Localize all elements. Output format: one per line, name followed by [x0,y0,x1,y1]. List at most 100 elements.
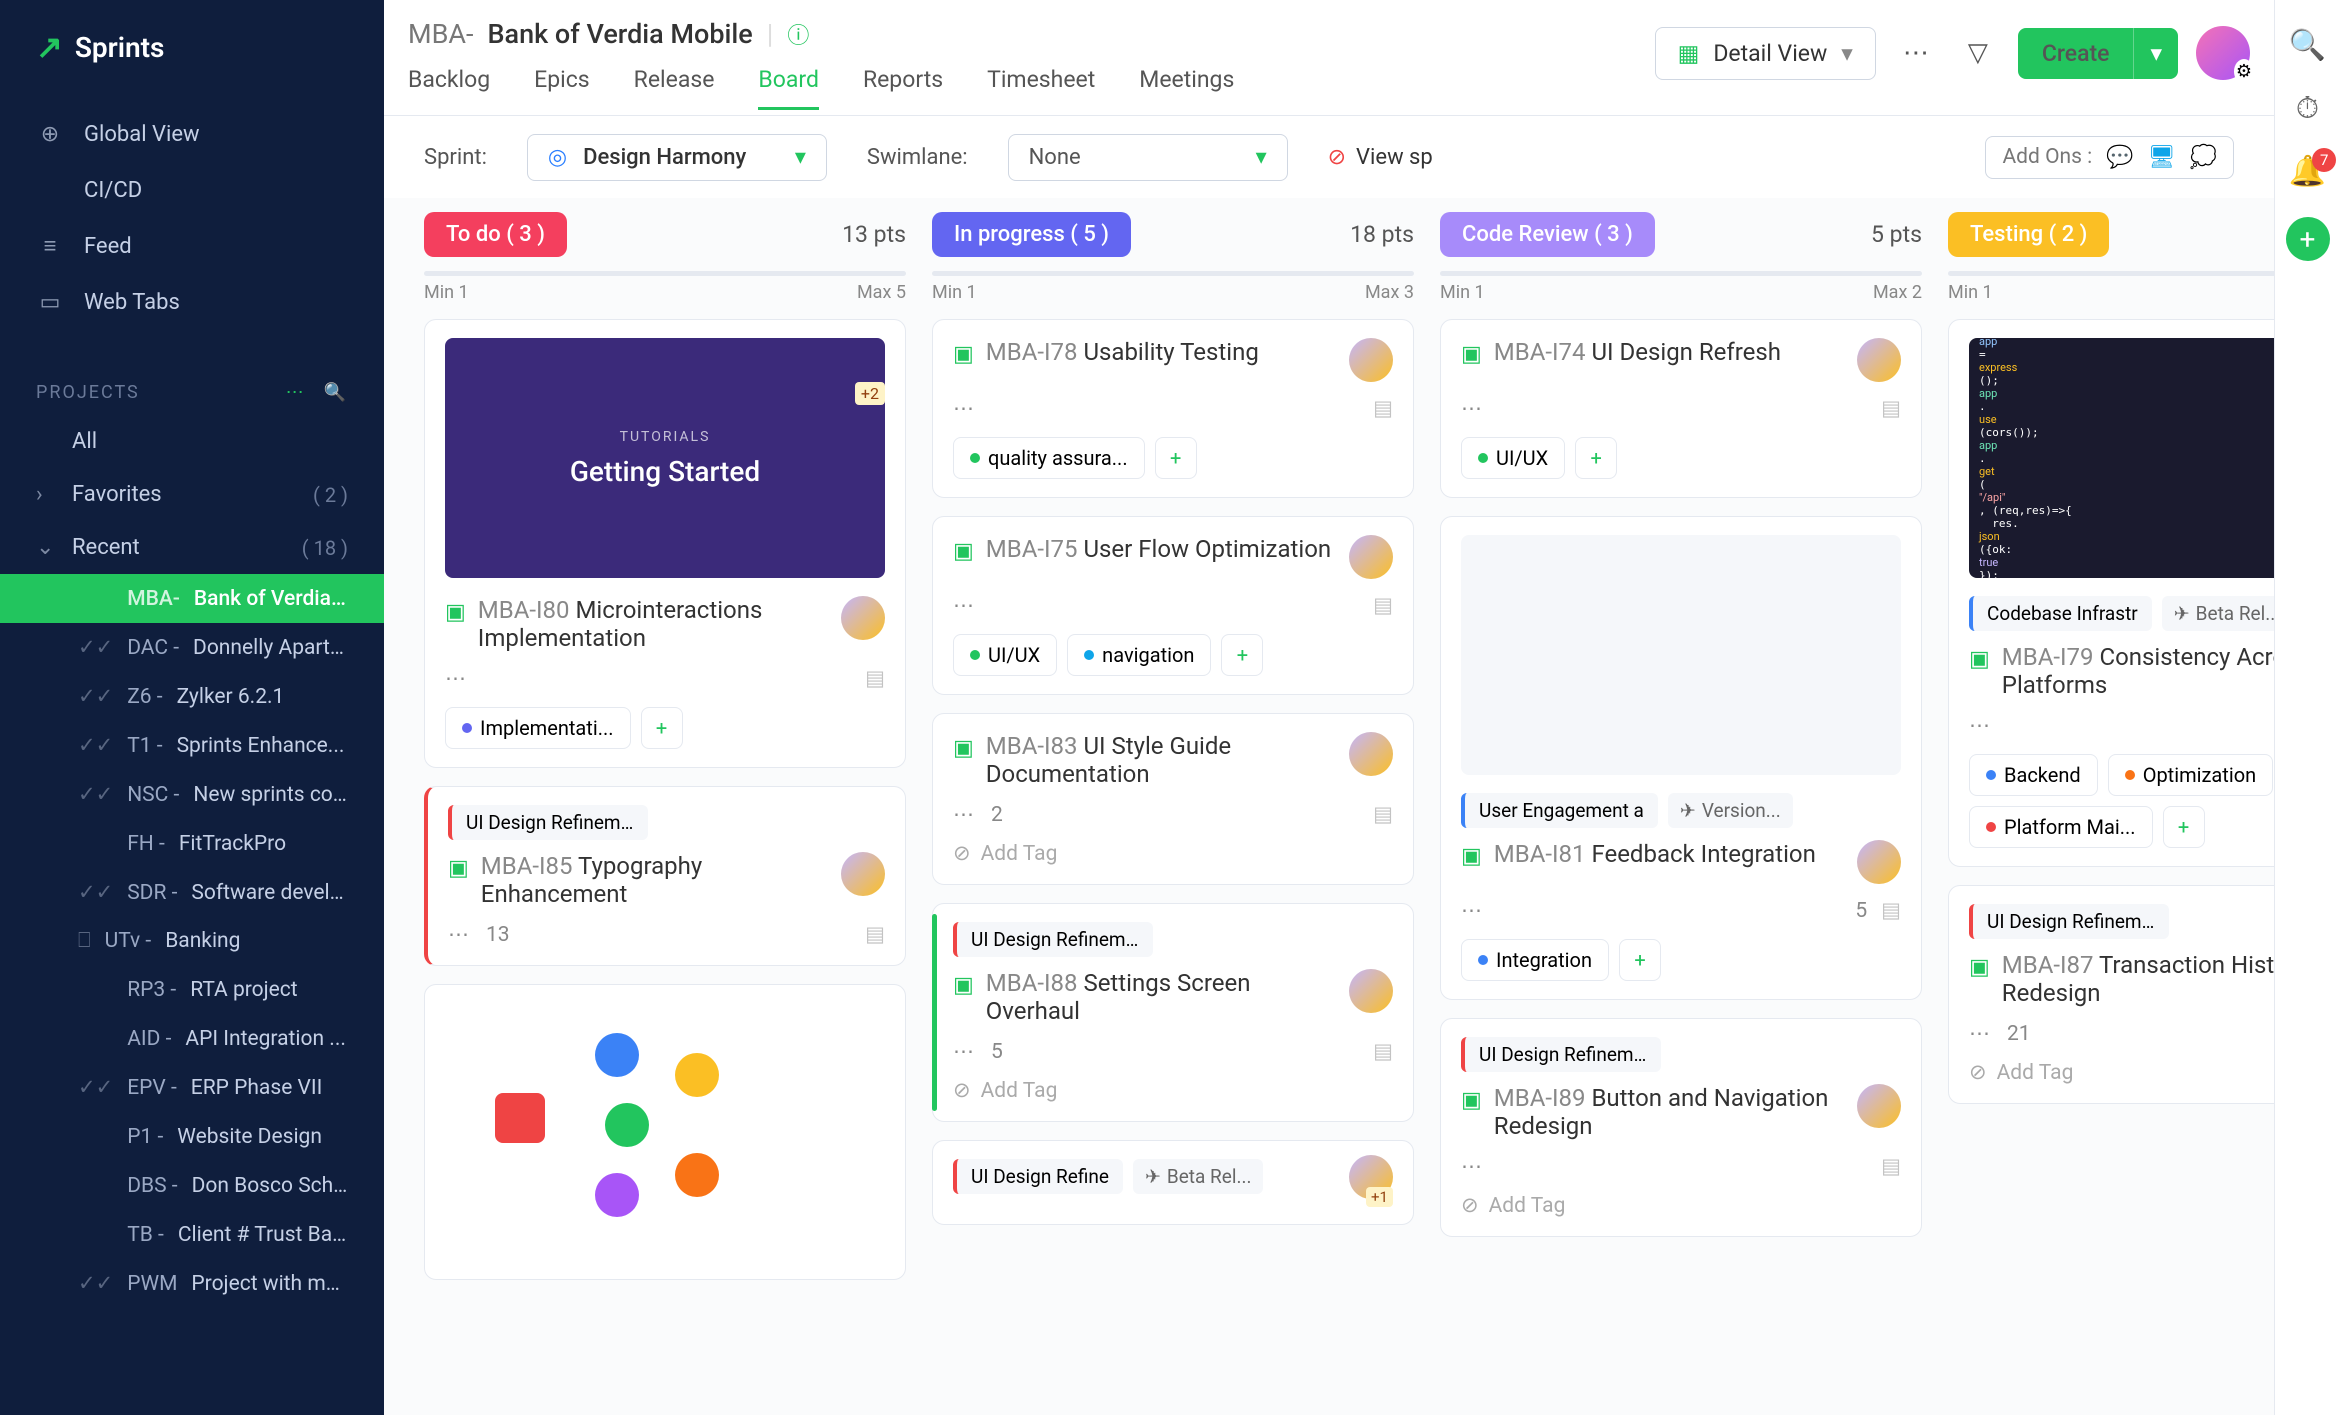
subtask-icon[interactable]: ▤ [1881,1154,1901,1179]
card-menu[interactable]: ⋯ [1461,1154,1485,1179]
epic-chip[interactable]: UI Design Refinement [1969,904,2169,939]
project-RP3[interactable]: ✓✓RP3 -RTA project [0,965,384,1014]
card-menu[interactable]: ⋯ [953,1039,977,1064]
project-P1[interactable]: ✓✓P1 -Website Design [0,1112,384,1161]
tab-reports[interactable]: Reports [863,66,943,110]
tag[interactable]: quality assura... [953,437,1145,479]
search-projects-icon[interactable]: 🔍 [324,382,348,403]
project-SDR[interactable]: ✓✓SDR -Software develo... [0,868,384,917]
add-tag-button[interactable]: + [1575,437,1617,479]
subtask-icon[interactable]: ▤ [1373,1039,1393,1064]
sprint-select[interactable]: ◎ Design Harmony ▾ [527,134,827,181]
add-tag-button[interactable]: + [2163,806,2205,848]
assignee-avatar[interactable] [1857,1084,1901,1128]
card-menu[interactable]: ⋯ [1969,1021,1993,1046]
assignee-avatar[interactable] [1349,338,1393,382]
group-all[interactable]: All [0,415,384,468]
quick-add-button[interactable]: + [2286,217,2330,261]
card[interactable]: User Engagement a✈Version...▣MBA-I81 Fee… [1440,516,1922,1000]
tab-backlog[interactable]: Backlog [408,66,490,110]
card-menu[interactable]: ⋯ [1969,713,1993,738]
release-chip[interactable]: ✈Beta Rel... [1133,1159,1264,1194]
release-chip[interactable]: ✈Version... [1668,793,1793,828]
card-menu[interactable]: ⋯ [448,922,472,947]
epic-chip[interactable]: UI Design Refinement [1461,1037,1661,1072]
group-favorites[interactable]: ›Favorites( 2 ) [0,468,384,521]
add-tag-link[interactable]: ⊘Add Tag [1969,1060,2274,1085]
addons-panel[interactable]: Add Ons : 💬 🖥 💭 [1985,136,2234,179]
tag[interactable]: Integration [1461,939,1609,981]
project-MBA[interactable]: ✓✓MBA-Bank of Verdia ... [0,574,384,623]
nav-feed[interactable]: ≡Feed [0,218,384,274]
card[interactable]: const app = express();app.use(cors());ap… [1948,319,2274,867]
assignee-avatar[interactable] [841,852,885,896]
tag[interactable]: UI/UX [953,634,1057,676]
tag[interactable]: UI/UX [1461,437,1565,479]
group-recent[interactable]: ⌄Recent( 18 ) [0,521,384,574]
card-menu[interactable]: ⋯ [953,802,977,827]
epic-chip[interactable]: UI Design Refinement [448,805,648,840]
create-button[interactable]: Create ▾ [2018,28,2178,79]
card[interactable]: UI Design Refine✈Beta Rel...+1 [932,1140,1414,1225]
tag[interactable]: Backend [1969,754,2098,796]
timer-icon[interactable]: ⏱ [2296,91,2319,126]
tag[interactable]: Implementati... [445,707,631,749]
project-NSC[interactable]: ✓✓NSC -New sprints co... [0,770,384,819]
project-FH[interactable]: ✓✓FH -FitTrackPro [0,819,384,868]
tab-board[interactable]: Board [758,66,819,110]
project-DBS[interactable]: ✓✓DBS -Don Bosco Scho... [0,1161,384,1210]
subtask-icon[interactable]: ▤ [1373,802,1393,827]
card[interactable]: UI Design Refinement▣MBA-I89 Button and … [1440,1018,1922,1237]
column-title[interactable]: Code Review ( 3 ) [1440,212,1655,257]
card[interactable]: UI Design Refinement▣MBA-I87 Transaction… [1948,885,2274,1104]
add-tag-link[interactable]: ⊘Add Tag [1461,1193,1901,1218]
tag[interactable]: navigation [1067,634,1211,676]
user-avatar[interactable] [2196,26,2250,80]
project-TB[interactable]: ✓✓TB -Client # Trust Ba... [0,1210,384,1259]
column-title[interactable]: To do ( 3 ) [424,212,567,257]
app-logo[interactable]: ↗ Sprints [0,0,384,94]
add-tag-link[interactable]: ⊘Add Tag [953,841,1393,866]
subtask-icon[interactable]: ▤ [865,922,885,947]
card[interactable] [424,984,906,1280]
release-chip[interactable]: ✈Beta Rel... [2162,596,2274,631]
tag[interactable]: Optimization [2108,754,2273,796]
project-T1[interactable]: ✓✓T1 -Sprints Enhance... [0,721,384,770]
card-menu[interactable]: ⋯ [953,593,977,618]
swimlane-select[interactable]: None ▾ [1008,134,1288,181]
card[interactable]: UI Design Refinement▣MBA-I88 Settings Sc… [932,903,1414,1122]
column-title[interactable]: Testing ( 2 ) [1948,212,2109,257]
epic-chip[interactable]: UI Design Refinement [953,922,1153,957]
projects-menu-icon[interactable]: ⋯ [286,382,306,403]
add-tag-link[interactable]: ⊘Add Tag [953,1078,1393,1103]
assignee-avatar[interactable] [1349,732,1393,776]
subtask-icon[interactable]: ▤ [1373,593,1393,618]
project-PWM[interactable]: ✓✓PWMProject with mul... [0,1259,384,1308]
tab-timesheet[interactable]: Timesheet [987,66,1095,110]
card[interactable]: TUTORIALSGetting Started▣MBA-I80 Microin… [424,319,906,768]
nav-global-view[interactable]: ⊕Global View [0,106,384,162]
project-Z6[interactable]: ✓✓Z6 -Zylker 6.2.1 [0,672,384,721]
nav-web-tabs[interactable]: ▭Web Tabs [0,274,384,330]
epic-chip[interactable]: Codebase Infrastr [1969,596,2152,631]
subtask-icon[interactable]: ▤ [1881,396,1901,421]
epic-chip[interactable]: UI Design Refine [953,1159,1123,1194]
tag[interactable]: Platform Mai... [1969,806,2153,848]
card[interactable]: ▣MBA-I83 UI Style Guide Documentation⋯2▤… [932,713,1414,885]
notifications-icon[interactable]: 🔔7 [2289,154,2326,189]
card-menu[interactable]: ⋯ [953,396,977,421]
card[interactable]: ▣MBA-I75 User Flow Optimization⋯▤UI/UXna… [932,516,1414,695]
card[interactable]: ▣MBA-I78 Usability Testing⋯▤quality assu… [932,319,1414,498]
assignee-avatar[interactable] [1857,840,1901,884]
project-UTv[interactable]: ⎕UTv -Banking [0,917,384,965]
assignee-avatar[interactable] [841,596,885,640]
subtask-icon[interactable]: ▤ [1373,396,1393,421]
subtask-icon[interactable]: ▤ [865,666,885,691]
add-tag-button[interactable]: + [1155,437,1197,479]
card-menu[interactable]: ⋯ [1461,396,1485,421]
add-tag-button[interactable]: + [641,707,683,749]
tab-meetings[interactable]: Meetings [1139,66,1234,110]
nav-ci-cd[interactable]: CI/CD [0,162,384,218]
detail-view-button[interactable]: ▦ Detail View ▾ [1655,27,1876,80]
info-icon[interactable]: ⓘ [787,18,809,50]
